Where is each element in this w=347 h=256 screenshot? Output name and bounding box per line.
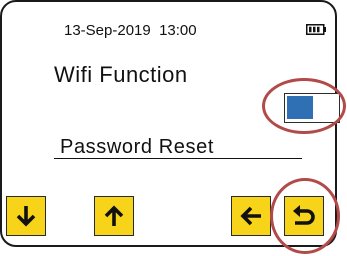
toggle-highlight-ring (262, 78, 346, 134)
up-button[interactable] (94, 196, 134, 236)
down-button[interactable] (6, 196, 46, 236)
arrow-up-icon (104, 205, 124, 226)
arrow-down-icon (16, 206, 36, 227)
arrow-left-icon (240, 206, 261, 226)
password-reset-link[interactable]: Password Reset (60, 136, 214, 159)
back-button-highlight-ring (270, 178, 340, 254)
wifi-function-label: Wifi Function (54, 62, 188, 87)
left-button[interactable] (231, 196, 271, 236)
status-datetime: 13-Sep-2019 13:00 (64, 22, 197, 39)
battery-full-icon (306, 24, 326, 35)
password-reset-underline (54, 158, 302, 159)
